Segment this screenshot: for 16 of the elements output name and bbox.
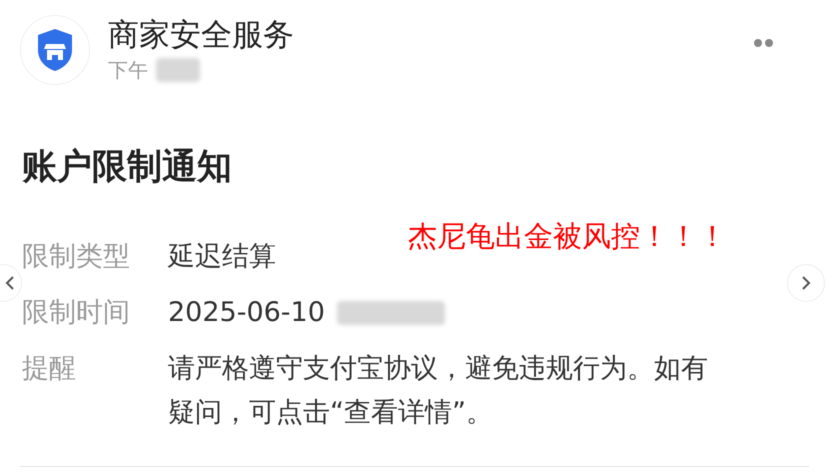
field-value: 请严格遵守支付宝协议，避免违规行为。如有疑问，可点击“查看详情”。 xyxy=(168,352,709,430)
sender-name: 商家安全服务 xyxy=(108,16,294,55)
notice-title: 账户限制通知 xyxy=(22,146,233,189)
field-value: 2025-06-10 xyxy=(168,296,325,330)
shield-shop-icon xyxy=(20,15,90,85)
field-label: 限制类型 xyxy=(22,240,131,274)
field-label: 提醒 xyxy=(22,352,77,386)
redacted-block xyxy=(156,58,200,82)
annotation-text: 杰尼龟出金被风控！！！ xyxy=(408,218,727,255)
field-value: 延迟结算 xyxy=(168,240,276,274)
message-time: 下午 xyxy=(108,57,148,83)
chevron-right-icon xyxy=(801,276,811,290)
field-label: 限制时间 xyxy=(22,296,131,330)
next-button[interactable] xyxy=(787,264,825,302)
chevron-left-icon xyxy=(5,276,15,290)
more-button[interactable] xyxy=(752,37,775,49)
